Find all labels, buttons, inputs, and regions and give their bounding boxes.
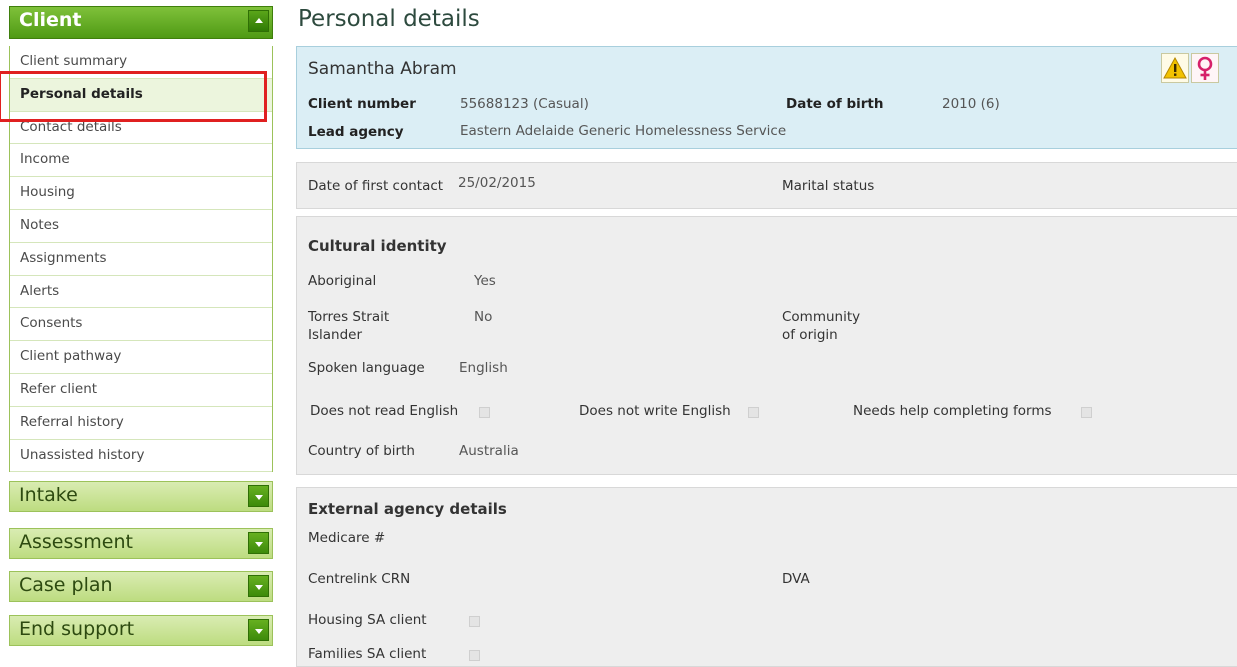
not-write-english-checkbox[interactable] bbox=[748, 407, 759, 418]
expand-toggle[interactable] bbox=[248, 532, 269, 554]
country-of-birth-label: Country of birth bbox=[308, 443, 415, 459]
client-number-label: Client number bbox=[308, 96, 416, 112]
needs-help-label: Needs help completing forms bbox=[853, 403, 1052, 419]
spoken-language-value: English bbox=[459, 360, 508, 376]
chevron-down-icon bbox=[255, 542, 263, 547]
section-end-support-header[interactable]: End support bbox=[9, 615, 273, 646]
centrelink-label: Centrelink CRN bbox=[308, 571, 411, 587]
section-assessment-header[interactable]: Assessment bbox=[9, 528, 273, 559]
warning-icon bbox=[1163, 56, 1187, 79]
dva-label: DVA bbox=[782, 571, 810, 587]
collapse-toggle[interactable] bbox=[248, 10, 269, 32]
section-assessment-label: Assessment bbox=[19, 531, 133, 553]
families-sa-checkbox[interactable] bbox=[469, 650, 480, 661]
families-sa-label: Families SA client bbox=[308, 646, 427, 662]
client-number-value: 55688123 (Casual) bbox=[460, 96, 589, 112]
chevron-down-icon bbox=[255, 495, 263, 500]
dob-value: 2010 (6) bbox=[942, 96, 1000, 112]
sidebar-item-unassisted-history[interactable]: Unassisted history bbox=[10, 440, 272, 473]
dob-label: Date of birth bbox=[786, 96, 884, 112]
needs-help-checkbox[interactable] bbox=[1081, 407, 1092, 418]
external-agency-panel: External agency details Medicare # Centr… bbox=[296, 487, 1237, 667]
tsi-label-line2: Islander bbox=[308, 327, 363, 343]
client-nav-list: Client summary Personal details Contact … bbox=[9, 46, 273, 473]
client-name: Samantha Abram bbox=[308, 59, 457, 79]
community-label-line1: Community bbox=[782, 309, 861, 325]
sidebar-item-housing[interactable]: Housing bbox=[10, 177, 272, 210]
sidebar-item-contact-details[interactable]: Contact details bbox=[10, 112, 272, 145]
tsi-value: No bbox=[474, 309, 493, 325]
external-agency-heading: External agency details bbox=[308, 500, 507, 518]
medicare-label: Medicare # bbox=[308, 530, 386, 546]
expand-toggle[interactable] bbox=[248, 575, 269, 597]
section-end-support-label: End support bbox=[19, 618, 135, 640]
not-read-english-checkbox[interactable] bbox=[479, 407, 490, 418]
marital-status-label: Marital status bbox=[782, 178, 875, 194]
warning-button[interactable] bbox=[1161, 53, 1189, 83]
sidebar-item-client-pathway[interactable]: Client pathway bbox=[10, 341, 272, 374]
housing-sa-checkbox[interactable] bbox=[469, 616, 480, 627]
cultural-identity-panel: Cultural identity Aboriginal Yes Torres … bbox=[296, 216, 1237, 475]
sidebar-item-assignments[interactable]: Assignments bbox=[10, 243, 272, 276]
expand-toggle[interactable] bbox=[248, 619, 269, 641]
sidebar-item-personal-details[interactable]: Personal details bbox=[10, 78, 272, 112]
lead-agency-label: Lead agency bbox=[308, 124, 404, 140]
sidebar-item-consents[interactable]: Consents bbox=[10, 308, 272, 342]
section-client-header[interactable]: Client bbox=[9, 6, 273, 39]
first-contact-label: Date of first contact bbox=[308, 178, 444, 194]
sidebar-item-notes[interactable]: Notes bbox=[10, 210, 272, 243]
client-summary-card: Samantha Abram Client number 55688123 (C… bbox=[296, 46, 1237, 149]
sidebar-item-income[interactable]: Income bbox=[10, 144, 272, 178]
gender-button[interactable] bbox=[1191, 53, 1219, 83]
section-client-label: Client bbox=[19, 9, 82, 31]
not-write-english-label: Does not write English bbox=[579, 403, 731, 419]
spoken-language-label: Spoken language bbox=[308, 360, 425, 376]
chevron-down-icon bbox=[255, 585, 263, 590]
housing-sa-label: Housing SA client bbox=[308, 612, 427, 628]
page-title: Personal details bbox=[298, 6, 480, 32]
country-of-birth-value: Australia bbox=[459, 443, 519, 459]
first-contact-value: 25/02/2015 bbox=[458, 175, 536, 191]
aboriginal-label: Aboriginal bbox=[308, 273, 377, 289]
not-read-english-label: Does not read English bbox=[310, 403, 459, 419]
lead-agency-value: Eastern Adelaide Generic Homelessness Se… bbox=[460, 123, 787, 139]
expand-toggle[interactable] bbox=[248, 485, 269, 507]
chevron-up-icon bbox=[255, 18, 263, 23]
tsi-label-line1: Torres Strait bbox=[308, 309, 390, 325]
sidebar-item-alerts[interactable]: Alerts bbox=[10, 276, 272, 309]
cultural-identity-heading: Cultural identity bbox=[308, 237, 447, 255]
sidebar-item-client-summary[interactable]: Client summary bbox=[10, 46, 272, 79]
chevron-down-icon bbox=[255, 629, 263, 634]
female-icon bbox=[1197, 56, 1213, 80]
section-case-plan-label: Case plan bbox=[19, 574, 113, 596]
sidebar: Client Client summary Personal details C… bbox=[0, 0, 274, 654]
section-intake-label: Intake bbox=[19, 484, 78, 506]
aboriginal-value: Yes bbox=[474, 273, 496, 289]
sidebar-item-refer-client[interactable]: Refer client bbox=[10, 374, 272, 407]
sidebar-item-referral-history[interactable]: Referral history bbox=[10, 407, 272, 440]
section-case-plan-header[interactable]: Case plan bbox=[9, 571, 273, 602]
first-contact-panel: Date of first contact 25/02/2015 Marital… bbox=[296, 162, 1237, 209]
community-label-line2: of origin bbox=[782, 327, 838, 343]
section-intake-header[interactable]: Intake bbox=[9, 481, 273, 512]
